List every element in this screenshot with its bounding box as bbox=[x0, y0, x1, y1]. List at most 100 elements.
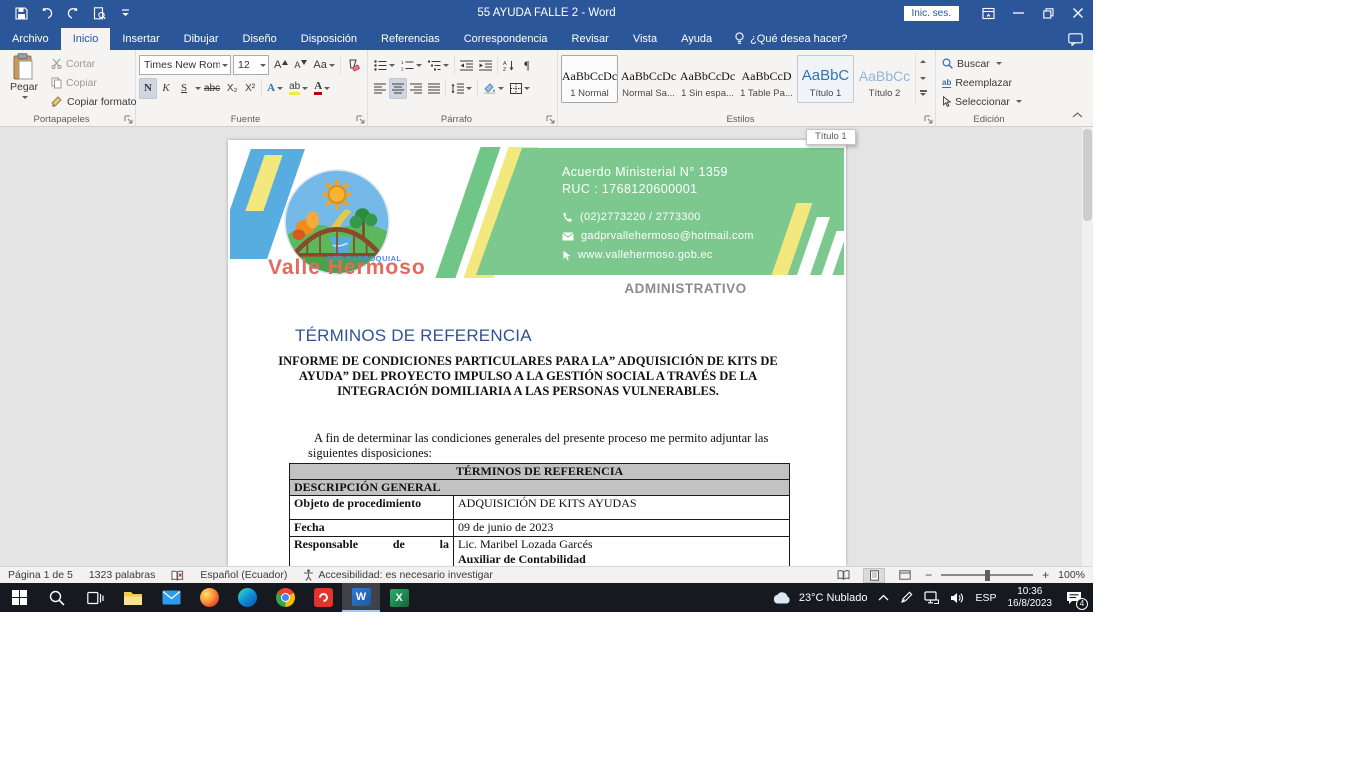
page-indicator[interactable]: Página 1 de 5 bbox=[8, 569, 73, 581]
tab-inicio[interactable]: Inicio bbox=[61, 28, 111, 50]
save-icon[interactable] bbox=[10, 3, 32, 23]
style-table-pa[interactable]: AaBbCcD 1 Table Pa... bbox=[738, 55, 795, 103]
tab-diseno[interactable]: Diseño bbox=[231, 28, 289, 50]
tray-expand-icon[interactable] bbox=[878, 594, 889, 601]
sort-button[interactable]: AZ bbox=[500, 55, 518, 76]
strikethrough-button[interactable]: abc bbox=[201, 78, 223, 99]
numbering-button[interactable]: 12 bbox=[398, 55, 425, 76]
table-value-cell[interactable]: Lic. Maribel Lozada Garcés Auxiliar de C… bbox=[454, 537, 790, 567]
task-view-button[interactable] bbox=[76, 583, 114, 612]
replace-button[interactable]: ab Reemplazar bbox=[939, 73, 1039, 92]
superscript-button[interactable]: X² bbox=[241, 78, 259, 99]
tab-disposicion[interactable]: Disposición bbox=[289, 28, 369, 50]
styles-scroll-down-icon[interactable] bbox=[916, 70, 930, 87]
format-painter-button[interactable]: Copiar formato bbox=[48, 92, 139, 111]
bold-button[interactable]: N bbox=[139, 78, 157, 99]
taskbar-search-button[interactable] bbox=[38, 583, 76, 612]
zoom-out-button[interactable]: − bbox=[925, 569, 932, 581]
increase-indent-button[interactable] bbox=[476, 55, 495, 76]
table-section-cell[interactable]: DESCRIPCIÓN GENERAL bbox=[290, 480, 790, 496]
tab-ayuda[interactable]: Ayuda bbox=[669, 28, 724, 50]
tab-archivo[interactable]: Archivo bbox=[0, 28, 61, 50]
align-center-button[interactable] bbox=[389, 78, 407, 99]
text-effects-button[interactable]: A bbox=[264, 78, 286, 99]
document-page[interactable]: GAD PARROQUIAL Valle Hermoso Acuerdo Min… bbox=[228, 140, 846, 566]
feedback-icon[interactable] bbox=[1068, 33, 1083, 46]
clock[interactable]: 10:36 16/8/2023 bbox=[1008, 586, 1053, 610]
tab-insertar[interactable]: Insertar bbox=[110, 28, 171, 50]
undo-icon[interactable] bbox=[36, 3, 58, 23]
word-taskbar-button[interactable]: W bbox=[342, 583, 380, 612]
tell-me-box[interactable]: ¿Qué desea hacer? bbox=[724, 27, 857, 50]
chrome-button[interactable] bbox=[266, 583, 304, 612]
decrease-indent-button[interactable] bbox=[457, 55, 476, 76]
ribbon-display-options-icon[interactable] bbox=[973, 0, 1003, 26]
table-title-cell[interactable]: TÉRMINOS DE REFERENCIA bbox=[290, 464, 790, 480]
underline-button[interactable]: S bbox=[175, 78, 193, 99]
bullets-button[interactable] bbox=[371, 55, 398, 76]
scrollbar-thumb[interactable] bbox=[1083, 129, 1092, 221]
shrink-font-button[interactable]: A bbox=[291, 55, 310, 76]
language-indicator[interactable]: Español (Ecuador) bbox=[200, 569, 287, 581]
paste-button[interactable]: Pegar bbox=[3, 53, 45, 111]
style-titulo-1[interactable]: AaBbC Título 1 bbox=[797, 55, 854, 103]
weather-widget[interactable]: 23°C Nublado bbox=[772, 591, 868, 604]
edge-button[interactable] bbox=[228, 583, 266, 612]
close-button[interactable] bbox=[1063, 0, 1093, 26]
style-normal-sa[interactable]: AaBbCcDc Normal Sa... bbox=[620, 55, 677, 103]
font-dialog-launcher-icon[interactable] bbox=[356, 115, 365, 124]
accessibility-status[interactable]: Accesibilidad: es necesario investigar bbox=[303, 569, 493, 581]
style-sin-espaciado[interactable]: AaBbCcDc 1 Sin espa... bbox=[679, 55, 736, 103]
highlight-button[interactable]: ab bbox=[286, 78, 311, 99]
web-layout-button[interactable] bbox=[894, 568, 916, 583]
zoom-level[interactable]: 100% bbox=[1058, 569, 1085, 581]
grow-font-button[interactable]: A bbox=[271, 55, 291, 76]
letterhead-image[interactable]: GAD PARROQUIAL Valle Hermoso Acuerdo Min… bbox=[230, 147, 844, 278]
table-value-cell[interactable]: ADQUISICIÓN DE KITS AYUDAS bbox=[454, 496, 790, 520]
font-family-combo[interactable]: Times New Roma bbox=[139, 55, 231, 75]
proofing-icon[interactable] bbox=[171, 570, 184, 581]
clipboard-dialog-launcher-icon[interactable] bbox=[124, 115, 133, 124]
document-intro[interactable]: A fin de determinar las condiciones gene… bbox=[308, 431, 770, 461]
multilevel-list-button[interactable] bbox=[425, 55, 452, 76]
zoom-slider[interactable] bbox=[941, 569, 1033, 581]
tab-referencias[interactable]: Referencias bbox=[369, 28, 452, 50]
table-value-cell[interactable]: 09 de junio de 2023 bbox=[454, 520, 790, 537]
file-explorer-button[interactable] bbox=[114, 583, 152, 612]
borders-button[interactable] bbox=[507, 78, 533, 99]
zoom-handle[interactable] bbox=[985, 570, 990, 581]
clear-formatting-button[interactable] bbox=[343, 55, 363, 76]
vertical-scrollbar[interactable] bbox=[1082, 127, 1093, 566]
collapse-ribbon-icon[interactable] bbox=[1072, 112, 1083, 118]
subscript-button[interactable]: X₂ bbox=[223, 78, 241, 99]
tab-correspondencia[interactable]: Correspondencia bbox=[452, 28, 560, 50]
print-preview-icon[interactable] bbox=[88, 3, 110, 23]
italic-button[interactable]: K bbox=[157, 78, 175, 99]
firefox-button[interactable] bbox=[190, 583, 228, 612]
tab-dibujar[interactable]: Dibujar bbox=[172, 28, 231, 50]
cut-button[interactable]: Cortar bbox=[48, 54, 139, 73]
table-label-cell[interactable]: Fecha bbox=[290, 520, 454, 537]
sign-in-button[interactable]: Inic. ses. bbox=[904, 6, 959, 21]
shading-button[interactable] bbox=[480, 78, 507, 99]
font-color-button[interactable]: A bbox=[311, 78, 333, 99]
acrobat-button[interactable] bbox=[304, 583, 342, 612]
redo-icon[interactable] bbox=[62, 3, 84, 23]
tab-revisar[interactable]: Revisar bbox=[560, 28, 621, 50]
tab-vista[interactable]: Vista bbox=[621, 28, 669, 50]
select-button[interactable]: Seleccionar bbox=[939, 92, 1039, 111]
align-right-button[interactable] bbox=[407, 78, 425, 99]
restore-button[interactable] bbox=[1033, 0, 1063, 26]
paragraph-dialog-launcher-icon[interactable] bbox=[546, 115, 555, 124]
find-button[interactable]: Buscar bbox=[939, 54, 1039, 73]
zoom-in-button[interactable]: + bbox=[1042, 569, 1049, 581]
pen-icon[interactable] bbox=[900, 591, 913, 604]
volume-icon[interactable] bbox=[950, 592, 964, 604]
style-normal[interactable]: AaBbCcDc 1 Normal bbox=[561, 55, 618, 103]
justify-button[interactable] bbox=[425, 78, 443, 99]
styles-dialog-launcher-icon[interactable] bbox=[924, 115, 933, 124]
line-spacing-button[interactable] bbox=[448, 78, 475, 99]
document-heading[interactable]: TÉRMINOS DE REFERENCIA bbox=[295, 326, 532, 346]
align-left-button[interactable] bbox=[371, 78, 389, 99]
font-size-combo[interactable]: 12 bbox=[233, 55, 269, 75]
